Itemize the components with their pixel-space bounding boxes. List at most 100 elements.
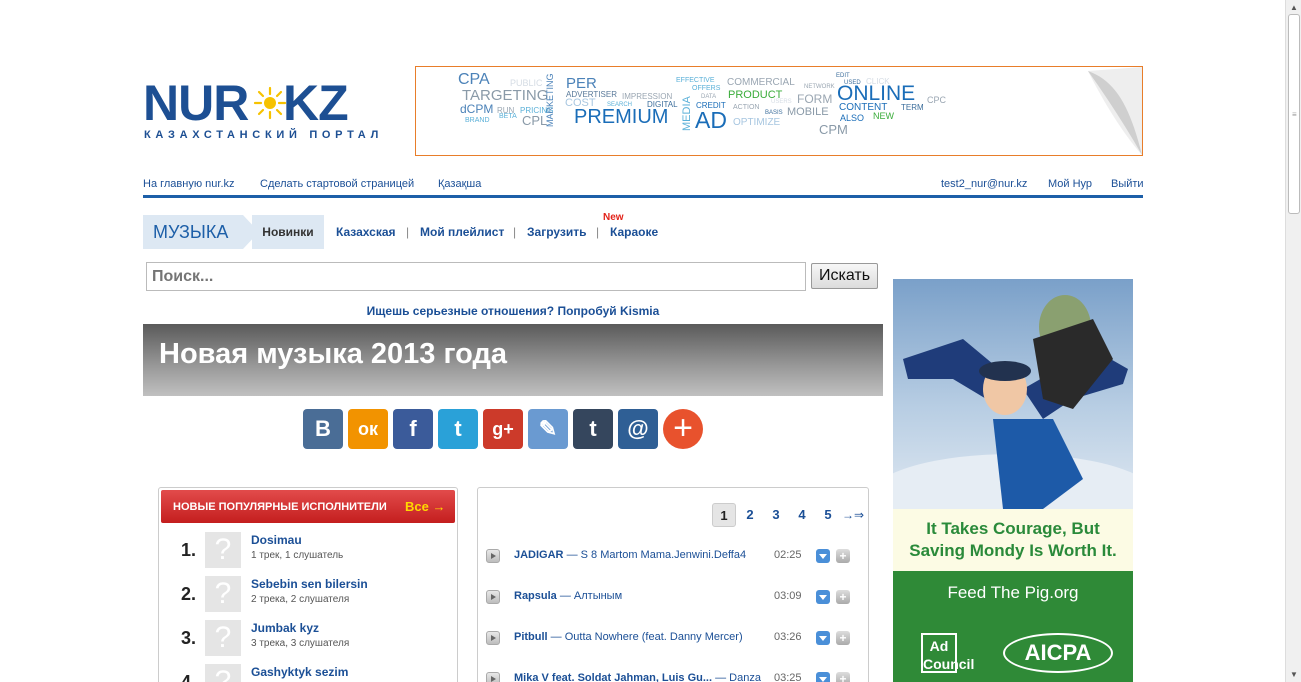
artist-name[interactable]: Gashyktyk sezim [251, 665, 348, 679]
track-title[interactable]: — Outta Nowhere (feat. Danny Mercer) [548, 631, 743, 643]
track-info[interactable]: Pitbull — Outta Nowhere (feat. Danny Mer… [514, 631, 743, 643]
tab-kazakh[interactable]: Казахская [336, 225, 396, 239]
add-to-playlist-icon[interactable]: + [836, 672, 850, 682]
panel-title: НОВЫЕ ПОПУЛЯРНЫЕ ИСПОЛНИТЕЛИ [173, 501, 387, 513]
twitter-icon[interactable]: t [438, 409, 478, 449]
add-to-playlist-icon[interactable]: + [836, 590, 850, 604]
avatar-placeholder-icon: ? [205, 532, 241, 568]
search-button[interactable]: Искать [811, 263, 878, 289]
banner-word: ACTION [733, 104, 760, 111]
plus-icon[interactable]: + [663, 409, 703, 449]
facebook-icon[interactable]: f [393, 409, 433, 449]
next-page-arrow-icon[interactable]: →⇒ [842, 508, 864, 522]
artist-name[interactable]: Sebebin sen bilersin [251, 577, 368, 591]
play-icon[interactable] [486, 631, 500, 645]
track-duration: 03:09 [774, 590, 802, 602]
new-badge: New [603, 212, 624, 223]
track-artist[interactable]: JADIGAR [514, 549, 564, 561]
scroll-thumb[interactable]: ≡ [1288, 14, 1300, 214]
track-artist[interactable]: Rapsula [514, 590, 557, 602]
ad-headline-box: It Takes Courage, But Saving Mondy Is Wo… [893, 509, 1133, 571]
popular-artists-panel: НОВЫЕ ПОПУЛЯРНЫЕ ИСПОЛНИТЕЛИ Все → 1. ? … [158, 487, 458, 682]
tab-my-playlist[interactable]: Мой плейлист [420, 225, 504, 239]
link-logout[interactable]: Выйти [1111, 178, 1144, 190]
scroll-down-arrow-icon[interactable]: ▼ [1290, 670, 1298, 679]
track-title[interactable]: — S 8 Martom Mama.Jenwini.Deffa4 [564, 549, 747, 561]
scroll-grip-icon: ≡ [1292, 110, 1297, 119]
download-icon[interactable] [816, 672, 830, 682]
page-scrollbar[interactable]: ▲ ≡ ▼ [1285, 0, 1301, 682]
music-section-tab[interactable]: МУЗЫКА [143, 215, 259, 249]
add-to-playlist-icon[interactable]: + [836, 549, 850, 563]
track-title[interactable]: — Danza [712, 672, 761, 682]
googleplus-icon[interactable]: g+ [483, 409, 523, 449]
artist-stats: 1 трек, 1 слушатель [251, 550, 344, 561]
odnoklassniki-icon[interactable]: ок [348, 409, 388, 449]
track-info[interactable]: Rapsula — Алтыным [514, 590, 622, 602]
banner-word: dCPM [460, 102, 494, 116]
see-all-link[interactable]: Все → [405, 499, 445, 514]
page-curl-icon [1088, 67, 1142, 155]
ad-photo [893, 279, 1133, 534]
list-item[interactable]: 2. ? Sebebin sen bilersin 2 трека, 2 слу… [159, 576, 459, 620]
site-logo[interactable]: NUR KZ КАЗАХСТАНСКИЙ ПОРТАЛ [143, 78, 378, 144]
download-icon[interactable] [816, 590, 830, 604]
banner-word: OFFERS [692, 85, 721, 92]
ad-headline-line2: Saving Mondy Is Worth It. [909, 541, 1117, 560]
track-info[interactable]: JADIGAR — S 8 Martom Mama.Jenwini.Deffa4 [514, 549, 746, 561]
top-banner-ad[interactable]: CPA PUBLIC PER TARGETING ADVERTISER IMPR… [415, 66, 1143, 156]
track-title[interactable]: — Алтыным [557, 590, 622, 602]
tab-new-releases[interactable]: Новинки [252, 215, 324, 249]
tracks-panel: 1 2 3 4 5 →⇒ JADIGAR — S 8 Martom Mama.J… [477, 487, 869, 682]
link-home[interactable]: На главную nur.kz [143, 178, 235, 190]
mailru-icon[interactable]: @ [618, 409, 658, 449]
banner-word: NETWORK [804, 84, 835, 90]
page-button-3[interactable]: 3 [764, 503, 788, 527]
logo-tagline: КАЗАХСТАНСКИЙ ПОРТАЛ [144, 129, 383, 141]
download-icon[interactable] [816, 631, 830, 645]
list-item[interactable]: 3. ? Jumbak kyz 3 трека, 3 слушателя [159, 620, 459, 664]
play-icon[interactable] [486, 549, 500, 563]
search-input[interactable] [146, 262, 806, 291]
tab-karaoke[interactable]: Караоке [610, 225, 658, 239]
side-banner-ad[interactable]: It Takes Courage, But Saving Mondy Is Wo… [893, 279, 1133, 682]
page-button-2[interactable]: 2 [738, 503, 762, 527]
livejournal-icon[interactable]: ✎ [528, 409, 568, 449]
avatar-placeholder-icon: ? [205, 620, 241, 656]
artist-stats: 2 трека, 2 слушателя [251, 594, 350, 605]
banner-word: CPL [522, 113, 548, 128]
play-icon[interactable] [486, 672, 500, 682]
link-kazakh[interactable]: Қазақша [438, 178, 481, 190]
ad-footer: Feed The Pig.org Ad Council AICPA [893, 571, 1133, 682]
link-make-start[interactable]: Сделать стартовой страницей [260, 178, 414, 190]
page-button-4[interactable]: 4 [790, 503, 814, 527]
list-item[interactable]: 4. ? Gashyktyk sezim [159, 664, 459, 682]
link-my-nur[interactable]: Мой Нур [1048, 178, 1092, 190]
link-user-email[interactable]: test2_nur@nur.kz [941, 178, 1027, 190]
avatar-placeholder-icon: ? [205, 664, 241, 682]
list-item[interactable]: 1. ? Dosimau 1 трек, 1 слушатель [159, 532, 459, 576]
banner-word: NEW [873, 111, 894, 121]
add-to-playlist-icon[interactable]: + [836, 631, 850, 645]
banner-word: EFFECTIVE [676, 77, 715, 84]
download-icon[interactable] [816, 549, 830, 563]
promo-link[interactable]: Ищешь серьезные отношения? Попробуй Kism… [143, 304, 883, 318]
scroll-up-arrow-icon[interactable]: ▲ [1290, 3, 1298, 12]
artist-name[interactable]: Dosimau [251, 533, 302, 547]
rank-number: 4. [181, 672, 197, 682]
header-divider [143, 195, 1143, 198]
track-artist[interactable]: Mika V feat. Soldat Jahman, Luis Gu... [514, 672, 712, 682]
tab-upload[interactable]: Загрузить [527, 225, 586, 239]
page-button-5[interactable]: 5 [816, 503, 840, 527]
tumblr-icon[interactable]: t [573, 409, 613, 449]
hero-banner: Новая музыка 2013 года [143, 324, 883, 396]
track-artist[interactable]: Pitbull [514, 631, 548, 643]
rank-number: 1. [181, 540, 197, 560]
banner-word: OPTIMIZE [733, 117, 781, 128]
artist-name[interactable]: Jumbak kyz [251, 621, 319, 635]
vk-icon[interactable]: В [303, 409, 343, 449]
track-info[interactable]: Mika V feat. Soldat Jahman, Luis Gu... —… [514, 672, 761, 682]
page-button-1[interactable]: 1 [712, 503, 736, 527]
play-icon[interactable] [486, 590, 500, 604]
ad-headline-line1: It Takes Courage, But [926, 519, 1100, 538]
